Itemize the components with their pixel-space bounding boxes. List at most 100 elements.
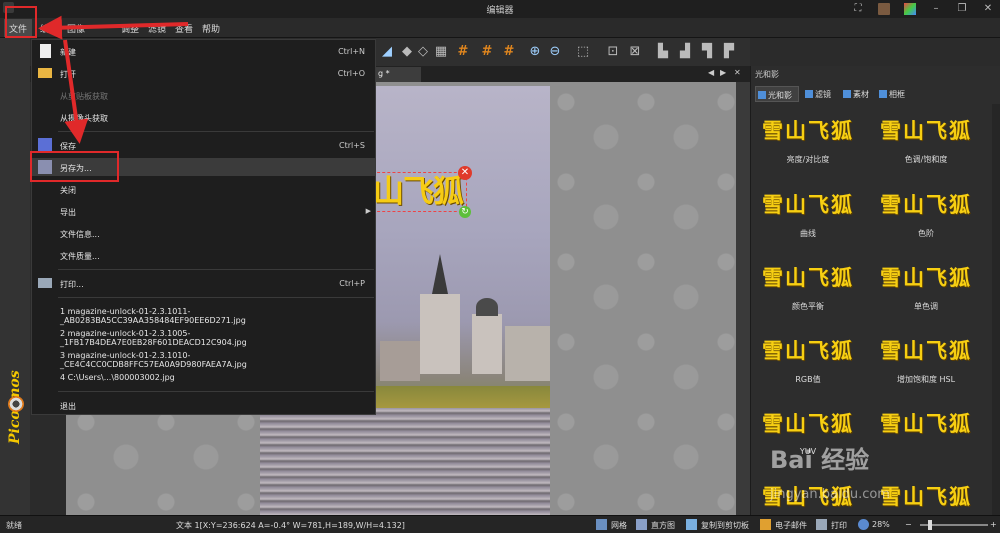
zoom-in-icon[interactable]: ⊕ (528, 45, 542, 59)
effect-levels[interactable]: 雪山飞狐 色阶 (871, 190, 981, 260)
panel-title: 光和影 (755, 70, 779, 79)
effect-monotone[interactable]: 雪山飞狐 单色调 (871, 263, 981, 333)
save-icon (38, 138, 52, 152)
print-button[interactable]: 打印 (831, 520, 847, 531)
window-title: 编辑器 (486, 6, 514, 16)
file-menu-dropdown: 新建 Ctrl+N 打开 Ctrl+O 从剪贴板获取 从摄像头获取 保存 Ctr… (31, 39, 376, 415)
clipboard-icon (686, 519, 697, 530)
menu-item-from-clipboard[interactable]: 从剪贴板获取 (32, 86, 375, 104)
histogram-button[interactable]: 直方图 (651, 520, 675, 531)
menu-item-export[interactable]: 导出 ▶ (32, 202, 375, 220)
zoom-out-icon[interactable]: ⊖ (548, 45, 562, 59)
tab-light-shadow[interactable]: 光和影 (755, 86, 799, 102)
gear-icon[interactable] (8, 396, 24, 412)
menu-item-file-info[interactable]: 文件信息... (32, 224, 375, 242)
menu-item-exit[interactable]: 退出 (32, 396, 375, 414)
zoom-plus-button[interactable]: + (990, 520, 997, 529)
align-right-icon[interactable]: ▜ (700, 45, 714, 59)
menu-separator (58, 131, 374, 132)
menu-adjust[interactable]: 调整 (121, 22, 139, 36)
email-icon (760, 519, 771, 530)
select-icon[interactable]: ⬚ (576, 45, 590, 59)
align-left-icon[interactable]: ▙ (656, 45, 670, 59)
menu-item-recent-3[interactable]: 3 magazine-unlock-01-2.3.1010-_CE4C4CC0C… (32, 346, 375, 369)
canvas-scrollbar[interactable] (736, 82, 750, 515)
status-info: 文本 1[X:Y=236:624 A=-0.4° W=781,H=189,W/H… (176, 521, 405, 530)
menu-edit[interactable]: 编辑 (40, 22, 58, 36)
effect-brightness-contrast[interactable]: 雪山飞狐 亮度/对比度 (753, 116, 863, 186)
zoom-level: 28% (872, 520, 890, 529)
menu-item-open[interactable]: 打开 Ctrl+O (32, 64, 375, 82)
printer-icon (816, 519, 827, 530)
effect-rgb[interactable]: 雪山飞狐 RGB值 (753, 336, 863, 406)
menu-filter[interactable]: 滤镜 (148, 22, 166, 36)
align-bottom-icon[interactable]: ▛ (722, 45, 736, 59)
tab-close-icon[interactable]: ✕ (734, 68, 741, 77)
color-palette-icon[interactable] (904, 3, 916, 15)
grid-icon[interactable]: ▦ (434, 45, 448, 59)
menu-separator (58, 391, 374, 392)
printer-icon (38, 278, 52, 288)
effect-color-balance[interactable]: 雪山飞狐 颜色平衡 (753, 263, 863, 333)
menu-item-recent-1[interactable]: 1 magazine-unlock-01-2.3.1011-_AB0283BA5… (32, 302, 375, 325)
tab-prev-icon[interactable]: ◀ (708, 68, 714, 77)
grid-orange-icon[interactable]: # (456, 45, 470, 59)
zoom-slider-thumb[interactable] (928, 520, 932, 530)
menu-item-from-camera[interactable]: 从摄像头获取 (32, 108, 375, 126)
align-center-icon[interactable]: ▟ (678, 45, 692, 59)
toolbar: ◢ ◆ ◇ ▦ # # # ⊕ ⊖ ⬚ ⊡ ⊠ ▙ ▟ ▜ ▛ (376, 38, 750, 66)
fullscreen-icon[interactable]: ⛶ (852, 3, 864, 15)
menu-separator (58, 297, 374, 298)
avatar-icon[interactable] (878, 3, 890, 15)
tab-icon (758, 91, 766, 99)
text-layer[interactable]: 山飞狐 (372, 172, 467, 212)
grid-button[interactable]: 网格 (611, 520, 627, 531)
document-tab[interactable]: g * (376, 67, 421, 82)
effect-saturation-hsl[interactable]: 雪山飞狐 增加饱和度 HSL (871, 336, 981, 406)
effect-tile-10[interactable]: 雪山飞狐 (871, 409, 981, 479)
effect-hue-saturation[interactable]: 雪山飞狐 色调/饱和度 (871, 116, 981, 186)
grid-orange-3-icon[interactable]: # (502, 45, 516, 59)
menu-view[interactable]: 查看 (175, 22, 193, 36)
insert-icon[interactable]: ◇ (416, 45, 430, 59)
crop-icon[interactable]: ⊡ (606, 45, 620, 59)
menu-item-recent-4[interactable]: 4 C:\Users\...\800003002.jpg (32, 368, 375, 386)
menu-help[interactable]: 帮助 (202, 22, 220, 36)
tab-material[interactable]: 素材 (841, 86, 881, 102)
left-panel: Picosmos (0, 38, 30, 515)
rotate-handle-icon[interactable]: ↻ (459, 206, 471, 218)
draw-icon[interactable]: ◢ (380, 45, 394, 59)
restore-icon[interactable]: ❐ (956, 3, 968, 15)
submenu-arrow-icon: ▶ (365, 207, 371, 215)
tab-frame[interactable]: 相框 (877, 86, 917, 102)
tab-icon (843, 90, 851, 98)
tab-icon (805, 90, 813, 98)
menu-item-new[interactable]: 新建 Ctrl+N (32, 42, 375, 60)
menu-item-recent-2[interactable]: 2 magazine-unlock-01-2.3.1005-_1FB17B4DE… (32, 324, 375, 347)
watermark-brand: Bai 经验 (770, 446, 870, 474)
tab-filter[interactable]: 滤镜 (803, 86, 843, 102)
close-icon[interactable]: ✕ (982, 3, 994, 15)
menu-item-close[interactable]: 关闭 (32, 180, 375, 198)
menu-item-file-quality[interactable]: 文件质量... (32, 246, 375, 264)
shape-icon[interactable]: ◆ (400, 45, 414, 59)
effect-curves[interactable]: 雪山飞狐 曲线 (753, 190, 863, 260)
menu-item-print[interactable]: 打印... Ctrl+P (32, 274, 375, 292)
panel-scrollbar[interactable] (992, 104, 1000, 515)
title-bar: 编辑器 ⛶ – ❐ ✕ (0, 0, 1000, 18)
zoom-minus-button[interactable]: − (905, 520, 912, 529)
tab-icon (879, 90, 887, 98)
copy-clipboard-button[interactable]: 复制到剪切板 (701, 520, 749, 531)
menu-separator (58, 269, 374, 270)
histogram-icon (636, 519, 647, 530)
status-text: 就绪 (6, 521, 22, 530)
trim-icon[interactable]: ⊠ (628, 45, 642, 59)
zoom-icon (858, 519, 869, 530)
menu-image[interactable]: 图像 (67, 22, 85, 36)
close-handle-icon[interactable]: ✕ (458, 166, 472, 180)
tab-next-icon[interactable]: ▶ (720, 68, 726, 77)
email-button[interactable]: 电子邮件 (775, 520, 807, 531)
grid-orange-2-icon[interactable]: # (480, 45, 494, 59)
grid-icon (596, 519, 607, 530)
minimize-icon[interactable]: – (930, 3, 942, 15)
